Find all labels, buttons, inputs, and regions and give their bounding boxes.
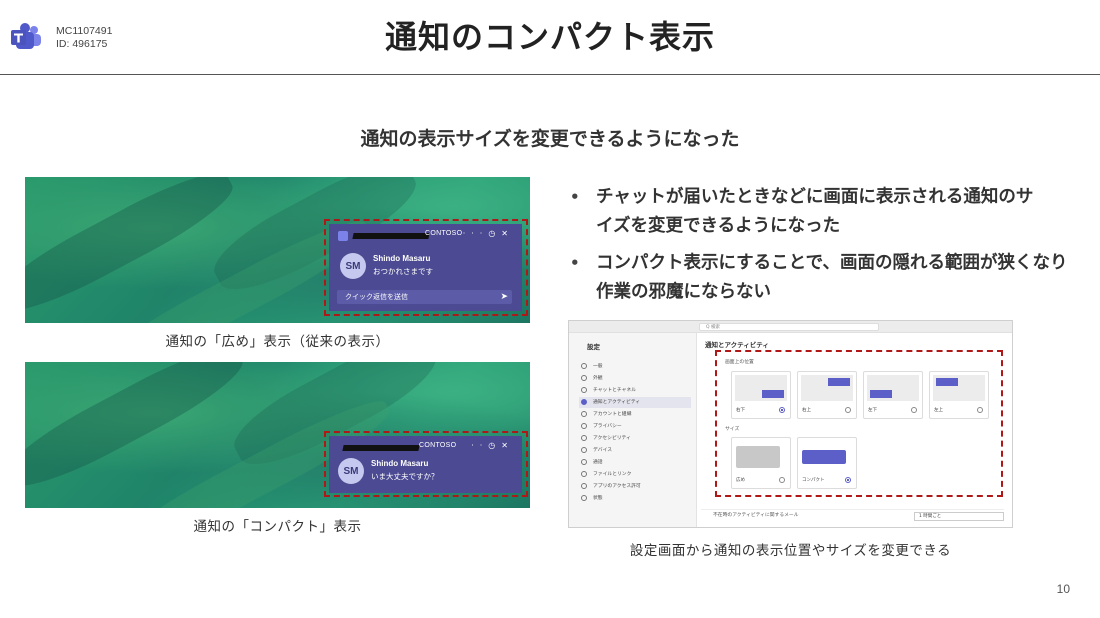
sidebar-title: 設定 — [587, 343, 600, 351]
settings-highlight-box — [715, 350, 1003, 497]
chat-icon — [581, 387, 587, 393]
highlight-box — [324, 431, 528, 497]
page-number: 10 — [1056, 582, 1070, 596]
accessibility-icon — [581, 435, 587, 441]
sidebar-item-label: 通知とアクティビティ — [593, 400, 641, 405]
missed-activity-email-row: 不在時のアクティビティに関するメール 1 時間ごと — [701, 509, 1004, 521]
sidebar-item-privacy[interactable]: プライバシー — [579, 421, 691, 432]
sidebar-item-label: 外観 — [593, 376, 603, 381]
sidebar-item-label: プライバシー — [593, 424, 622, 429]
app-icon — [581, 483, 587, 489]
info-icon — [581, 495, 587, 501]
highlight-box — [324, 219, 528, 316]
lock-icon — [581, 423, 587, 429]
sidebar-item-chat[interactable]: チャットとチャネル — [579, 385, 691, 396]
bullet-item: コンパクト表示にすることで、画面の隠れる範囲が狭くなり作業の邪魔にならない — [568, 249, 1073, 307]
compact-caption: 通知の「コンパクト」表示 — [193, 519, 362, 535]
gear-icon — [581, 363, 587, 369]
titlebar: Q 検索 — [569, 321, 1012, 333]
file-icon — [581, 471, 587, 477]
sidebar-item-label: アカウントと組織 — [593, 412, 632, 417]
missed-activity-label: 不在時のアクティビティに関するメール — [713, 513, 799, 518]
compact-notification-screenshot: CONTOSO ··◷✕ SM Shindo Masaru いま大丈夫ですか？ — [25, 362, 530, 508]
sidebar-item-status[interactable]: 状態 — [579, 493, 691, 504]
sidebar-item-label: 一般 — [593, 364, 603, 369]
sidebar-item-appearance[interactable]: 外観 — [579, 373, 691, 384]
sidebar-item-label: 通話 — [593, 460, 603, 465]
sidebar-item-app-permissions[interactable]: アプリのアクセス許可 — [579, 481, 691, 492]
sidebar-item-notifications[interactable]: 通知とアクティビティ — [579, 397, 691, 408]
account-icon — [581, 411, 587, 417]
wide-caption: 通知の「広め」表示（従来の表示） — [165, 334, 390, 350]
sidebar-item-general[interactable]: 一般 — [579, 361, 691, 372]
sidebar-item-label: デバイス — [593, 448, 613, 453]
frequency-dropdown[interactable]: 1 時間ごと — [914, 512, 1004, 521]
bell-icon — [581, 399, 587, 405]
header-divider — [0, 74, 1100, 75]
brush-icon — [581, 375, 587, 381]
sidebar-item-label: チャットとチャネル — [593, 388, 637, 393]
device-icon — [581, 447, 587, 453]
settings-sidebar: 設定 一般 外観 チャットとチャネル 通知とアクティビティ アカウントと組織 プ… — [569, 333, 697, 527]
search-input[interactable]: Q 検索 — [699, 323, 879, 331]
settings-section-title: 通知とアクティビティ — [705, 341, 769, 349]
sidebar-item-label: アプリのアクセス許可 — [593, 484, 641, 489]
sidebar-item-accessibility[interactable]: アクセシビリティ — [579, 433, 691, 444]
page-subtitle: 通知の表示サイズを変更できるようになった — [360, 128, 740, 150]
sidebar-item-devices[interactable]: デバイス — [579, 445, 691, 456]
bullet-list: チャットが届いたときなどに画面に表示される通知のサイズを変更できるようになった … — [568, 183, 1078, 315]
sidebar-item-label: アクセシビリティ — [593, 436, 631, 441]
sidebar-item-label: 状態 — [593, 496, 603, 501]
phone-icon — [581, 459, 587, 465]
sidebar-item-files[interactable]: ファイルとリンク — [579, 469, 691, 480]
page-title: 通知のコンパクト表示 — [384, 18, 715, 56]
sidebar-item-label: ファイルとリンク — [593, 472, 632, 477]
settings-caption: 設定画面から通知の表示位置やサイズを変更できる — [629, 543, 952, 559]
wide-notification-screenshot: CONTOSO ···◷✕ SM Shindo Masaru おつかれさまです … — [25, 177, 530, 323]
sidebar-item-account[interactable]: アカウントと組織 — [579, 409, 691, 420]
bullet-item: チャットが届いたときなどに画面に表示される通知のサイズを変更できるようになった — [568, 183, 1038, 241]
sidebar-item-calls[interactable]: 通話 — [579, 457, 691, 468]
